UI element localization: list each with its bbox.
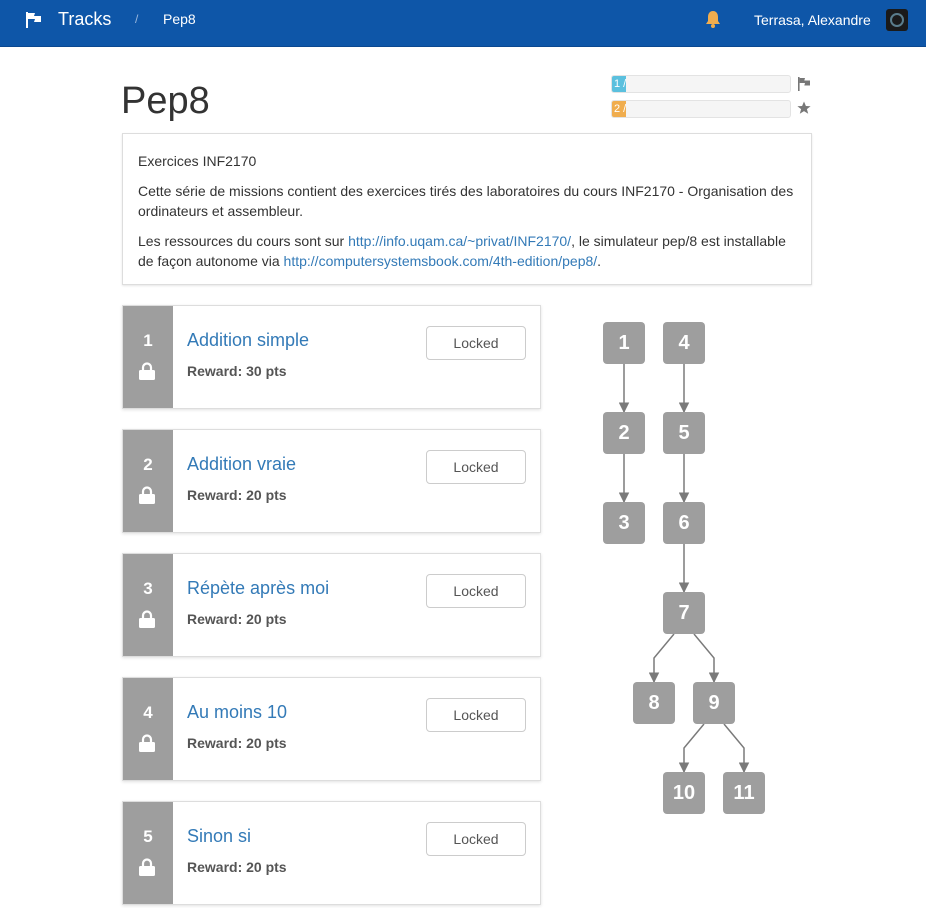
star-icon	[797, 101, 811, 114]
graph-edge	[723, 723, 750, 774]
mission-status-strip: 3	[123, 554, 173, 656]
lock-icon	[139, 486, 155, 504]
graph-node-2[interactable]: 2	[603, 412, 645, 454]
graph-node-1[interactable]: 1	[603, 322, 645, 364]
locked-button[interactable]: Locked	[426, 822, 526, 856]
locked-button[interactable]: Locked	[426, 698, 526, 732]
locked-button[interactable]: Locked	[426, 574, 526, 608]
progress-bar-missions: 1 /	[611, 75, 791, 93]
mission-reward: Reward: 20 pts	[187, 611, 287, 627]
mission-card[interactable]: 2 Addition vraie Reward: 20 pts Locked	[122, 429, 541, 533]
graph-node-7[interactable]: 7	[663, 592, 705, 634]
graph-node-6[interactable]: 6	[663, 502, 705, 544]
page-title: Pep8	[121, 80, 210, 122]
mission-reward: Reward: 20 pts	[187, 735, 287, 751]
mission-number: 5	[143, 827, 153, 846]
graph-node-8[interactable]: 8	[633, 682, 675, 724]
graph-node-3[interactable]: 3	[603, 502, 645, 544]
simulator-link[interactable]: http://computersystemsbook.com/4th-editi…	[284, 253, 598, 269]
mission-card[interactable]: 1 Addition simple Reward: 30 pts Locked	[122, 305, 541, 409]
mission-status-strip: 4	[123, 678, 173, 780]
progress-fill: 2 /	[612, 101, 627, 117]
graph-edges	[618, 364, 750, 774]
mission-number: 4	[143, 703, 153, 722]
mission-title[interactable]: Au moins 10	[187, 702, 287, 723]
avatar[interactable]	[886, 9, 908, 31]
description-resources: Les ressources du cours sont sur http://…	[138, 233, 786, 269]
lock-icon	[139, 734, 155, 752]
lock-icon	[139, 362, 155, 380]
nav-brand-tracks[interactable]: Tracks	[58, 9, 111, 30]
top-navbar: Tracks / Pep8 Terrasa, Alexandre	[0, 0, 926, 47]
mission-reward: Reward: 30 pts	[187, 363, 287, 379]
mission-dependency-graph: 1 2 3 4 5 6 7 8 9 10 11	[560, 300, 800, 830]
mission-number: 2	[143, 455, 153, 474]
mission-title[interactable]: Addition simple	[187, 330, 309, 351]
mission-title[interactable]: Addition vraie	[187, 454, 296, 475]
graph-node-10[interactable]: 10	[663, 772, 705, 814]
bell-icon[interactable]	[705, 10, 721, 28]
graph-node-5[interactable]: 5	[663, 412, 705, 454]
graph-node-4[interactable]: 4	[663, 322, 705, 364]
mission-status-strip: 1	[123, 306, 173, 408]
progress-fill: 1 /	[612, 76, 627, 92]
graph-edge	[693, 633, 720, 684]
description-heading: Exercices INF2170	[138, 153, 257, 169]
mission-reward: Reward: 20 pts	[187, 487, 287, 503]
mission-card[interactable]: 5 Sinon si Reward: 20 pts Locked	[122, 801, 541, 905]
locked-button[interactable]: Locked	[426, 450, 526, 484]
mission-card[interactable]: 3 Répète après moi Reward: 20 pts Locked	[122, 553, 541, 657]
mission-number: 3	[143, 579, 153, 598]
lock-icon	[139, 610, 155, 628]
mission-status-strip: 5	[123, 802, 173, 904]
graph-node-9[interactable]: 9	[693, 682, 735, 724]
mission-reward: Reward: 20 pts	[187, 859, 287, 875]
mission-status-strip: 2	[123, 430, 173, 532]
mission-number: 1	[143, 331, 153, 350]
mission-title[interactable]: Répète après moi	[187, 578, 329, 599]
description-paragraph: Cette série de missions contient des exe…	[138, 183, 794, 219]
graph-edge	[648, 633, 675, 684]
user-name[interactable]: Terrasa, Alexandre	[754, 12, 871, 28]
track-description-panel: Exercices INF2170 Cette série de mission…	[122, 133, 812, 285]
graph-node-11[interactable]: 11	[723, 772, 765, 814]
course-resources-link[interactable]: http://info.uqam.ca/~privat/INF2170/	[348, 233, 571, 249]
graph-edge	[678, 723, 705, 774]
flag-icon[interactable]	[25, 11, 43, 29]
progress-bar-stars: 2 /	[611, 100, 791, 118]
breadcrumb-separator: /	[135, 12, 139, 26]
locked-button[interactable]: Locked	[426, 326, 526, 360]
mission-title[interactable]: Sinon si	[187, 826, 251, 847]
breadcrumb-current[interactable]: Pep8	[163, 11, 196, 27]
lock-icon	[139, 858, 155, 876]
flag-icon	[798, 77, 810, 91]
mission-card[interactable]: 4 Au moins 10 Reward: 20 pts Locked	[122, 677, 541, 781]
